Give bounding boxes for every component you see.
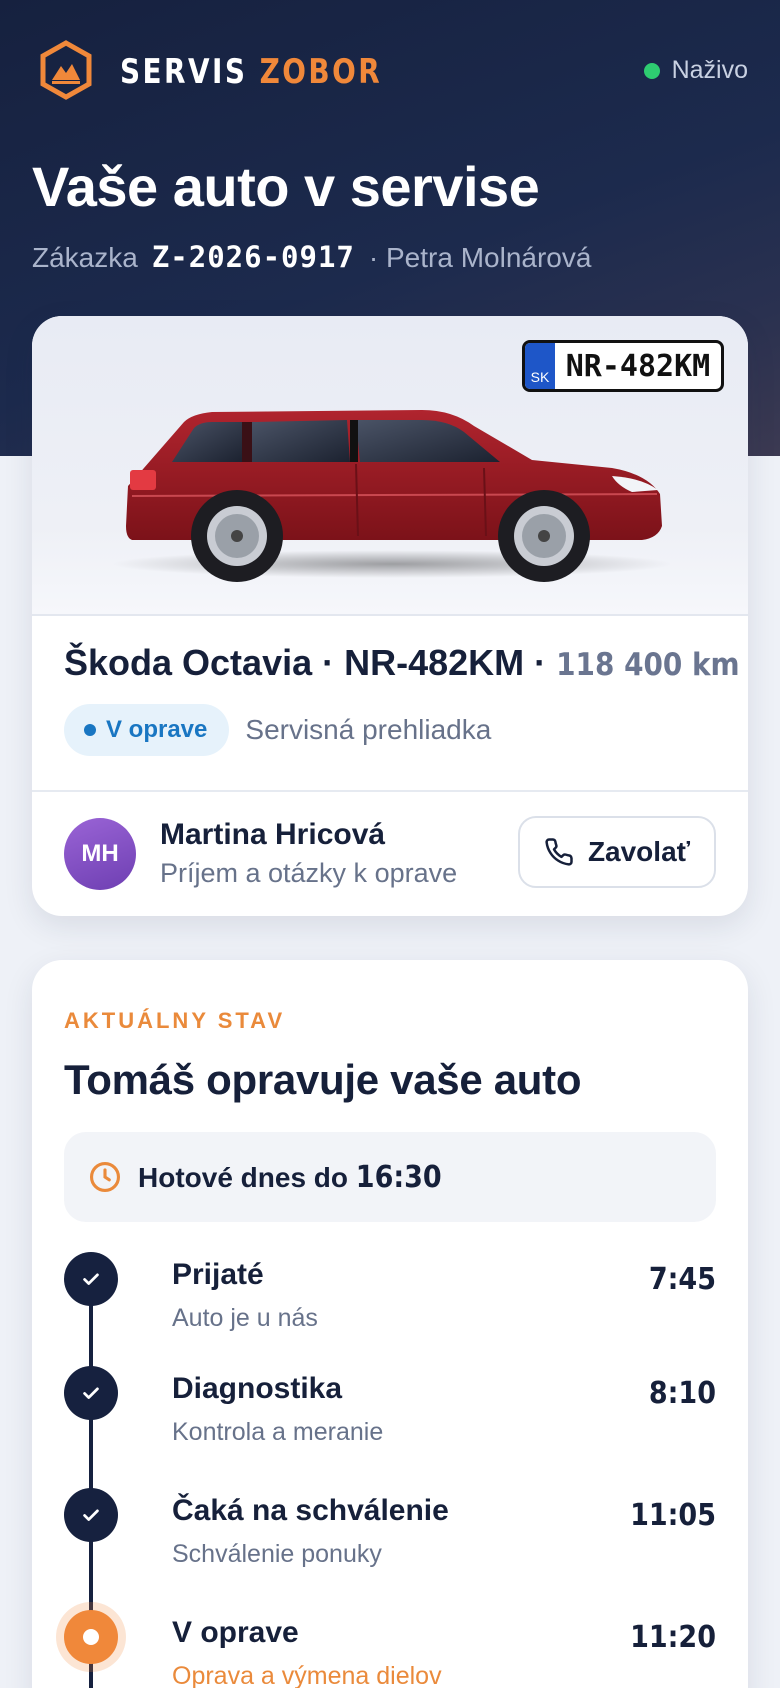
step-time: 11:20: [630, 1620, 716, 1655]
step-time: 8:10: [648, 1376, 716, 1411]
clock-icon: [89, 1161, 121, 1193]
status-badge: V oprave: [64, 704, 230, 756]
contact-row: MH Martina Hricová Príjem a otázky k opr…: [64, 816, 716, 892]
contact-role: Príjem a otázky k oprave: [160, 858, 458, 888]
status-row: V oprave Servisná prehliadka: [64, 704, 724, 756]
step-title: Čaká na schválenie: [172, 1494, 449, 1527]
page-title: Vaše auto v servise: [32, 155, 540, 218]
plate-number: NR-482KM: [565, 348, 711, 384]
active-step-icon: [64, 1610, 118, 1664]
service-type: Servisná prehliadka: [245, 714, 492, 745]
step-title: Diagnostika: [172, 1372, 343, 1405]
timeline-step-received: Prijaté Auto je u nás 7:45: [64, 1252, 716, 1352]
step-subtitle: Oprava a výmena dielov: [172, 1662, 442, 1688]
brand-part-1: SERVIS: [120, 52, 248, 92]
call-button-label: Zavolať: [587, 836, 691, 867]
vehicle-name: Škoda Octavia · NR-482KM ·: [64, 642, 547, 683]
check-icon: [64, 1252, 118, 1306]
progress-timeline: Prijaté Auto je u nás 7:45 Diagnostika K…: [64, 1252, 716, 1688]
step-subtitle: Auto je u nás: [172, 1304, 318, 1332]
eta-time: 16:30: [355, 1159, 442, 1195]
avatar: MH: [64, 818, 136, 890]
step-time: 7:45: [648, 1262, 716, 1297]
brand-name: SERVIS ZOBOR: [120, 52, 382, 92]
live-indicator: Naživo: [643, 56, 748, 85]
order-number: Z-2026-0917: [151, 240, 355, 274]
status-badge-label: V oprave: [106, 716, 208, 743]
plate-country: SK: [525, 343, 555, 389]
vehicle-image-area: SK NR-482KM: [32, 316, 748, 616]
timeline-step-approval: Čaká na schválenie Schválenie ponuky 11:…: [64, 1488, 716, 1588]
timeline-step-in-repair: V oprave Oprava a výmena dielov 11:20: [64, 1610, 716, 1688]
step-subtitle: Schválenie ponuky: [172, 1540, 382, 1568]
car-illustration: [112, 410, 672, 582]
top-bar: SERVIS ZOBOR Naživo: [38, 40, 748, 100]
live-dot-icon: [643, 62, 660, 79]
status-card: AKTUÁLNY STAV Tomáš opravuje vaše auto H…: [32, 960, 748, 1688]
check-icon: [64, 1366, 118, 1420]
step-time: 11:05: [630, 1498, 716, 1533]
contact-name: Martina Hricová: [160, 818, 386, 851]
step-subtitle: Kontrola a meranie: [172, 1418, 384, 1446]
customer-name: · Petra Molnárová: [368, 242, 592, 273]
vehicle-info: Škoda Octavia · NR-482KM · 118 400 km V …: [64, 642, 740, 756]
step-title: Prijaté: [172, 1258, 264, 1291]
check-icon: [64, 1488, 118, 1542]
status-eyebrow: AKTUÁLNY STAV: [64, 1008, 286, 1033]
eta-label: Hotové dnes do: [138, 1161, 349, 1193]
vehicle-title: Škoda Octavia · NR-482KM · 118 400 km: [64, 642, 740, 684]
vehicle-card: SK NR-482KM Škoda Octavia · NR-482KM · 1…: [32, 316, 748, 916]
timeline-step-diagnostics: Diagnostika Kontrola a meranie 8:10: [64, 1366, 716, 1466]
vehicle-mileage: 118 400 km: [556, 647, 740, 683]
logo-icon: [40, 40, 92, 100]
call-button[interactable]: Zavolať: [518, 816, 716, 888]
order-info: Zákazka Z-2026-0917 · Petra Molnárová: [32, 240, 591, 274]
eta-text: Hotové dnes do 16:30: [138, 1160, 442, 1195]
divider: [32, 790, 748, 792]
brand-part-2: ZOBOR: [259, 52, 383, 92]
license-plate: SK NR-482KM: [522, 340, 724, 392]
eta-box: Hotové dnes do 16:30: [64, 1132, 716, 1222]
phone-icon: [545, 838, 573, 866]
status-title: Tomáš opravuje vaše auto: [64, 1056, 582, 1103]
order-label: Zákazka: [32, 242, 138, 273]
status-dot-icon: [84, 724, 96, 736]
live-label: Naživo: [671, 56, 748, 84]
step-title: V oprave: [172, 1616, 299, 1649]
